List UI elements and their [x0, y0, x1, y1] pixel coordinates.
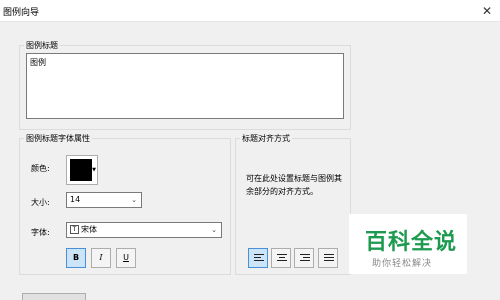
alignment-group-label: 标题对齐方式 [242, 134, 290, 143]
legend-font-group-label: 图例标题字体属性 [26, 134, 90, 143]
chevron-down-icon: ⌄ [211, 226, 217, 234]
size-label: 大小: [31, 198, 50, 207]
title-bar: 图例向导 ✕ [0, 0, 500, 22]
legend-title-group-label: 图例标题 [26, 41, 58, 50]
legend-title-input[interactable]: 图例 [26, 53, 344, 119]
bottom-button[interactable] [22, 293, 86, 300]
chevron-down-icon: ▼ [92, 167, 96, 173]
window-title: 图例向导 [3, 8, 40, 18]
watermark-subtitle: 助你轻松解决 [372, 259, 433, 269]
size-value: 14 [70, 195, 81, 204]
align-left-button[interactable] [248, 248, 268, 268]
italic-button[interactable]: I [91, 248, 111, 268]
watermark-title: 百科全说 [365, 230, 458, 255]
chevron-down-icon: ⌄ [131, 196, 137, 204]
align-center-icon [277, 254, 287, 263]
size-select[interactable]: 14 ⌄ [66, 192, 142, 208]
font-value: 宋体 [81, 225, 97, 234]
align-right-button[interactable] [294, 248, 314, 268]
color-swatch [70, 159, 92, 181]
font-type-icon: T [70, 225, 79, 234]
align-justify-icon [324, 254, 334, 263]
underline-button[interactable]: U [116, 248, 136, 268]
font-label: 字体: [31, 228, 50, 237]
close-icon[interactable]: ✕ [474, 0, 500, 22]
align-left-icon [254, 254, 264, 263]
align-center-button[interactable] [271, 248, 291, 268]
bold-button[interactable]: B [66, 248, 86, 268]
font-select[interactable]: T 宋体 ⌄ [66, 222, 222, 238]
alignment-description: 可在此处设置标题与图例其余部分的对齐方式。 [246, 174, 342, 196]
align-justify-button[interactable] [318, 248, 338, 268]
align-right-icon [300, 254, 310, 263]
color-picker-button[interactable]: ▼ [66, 155, 98, 185]
watermark: 百科全说 助你轻松解决 [349, 214, 467, 274]
color-label: 颜色: [31, 164, 50, 173]
